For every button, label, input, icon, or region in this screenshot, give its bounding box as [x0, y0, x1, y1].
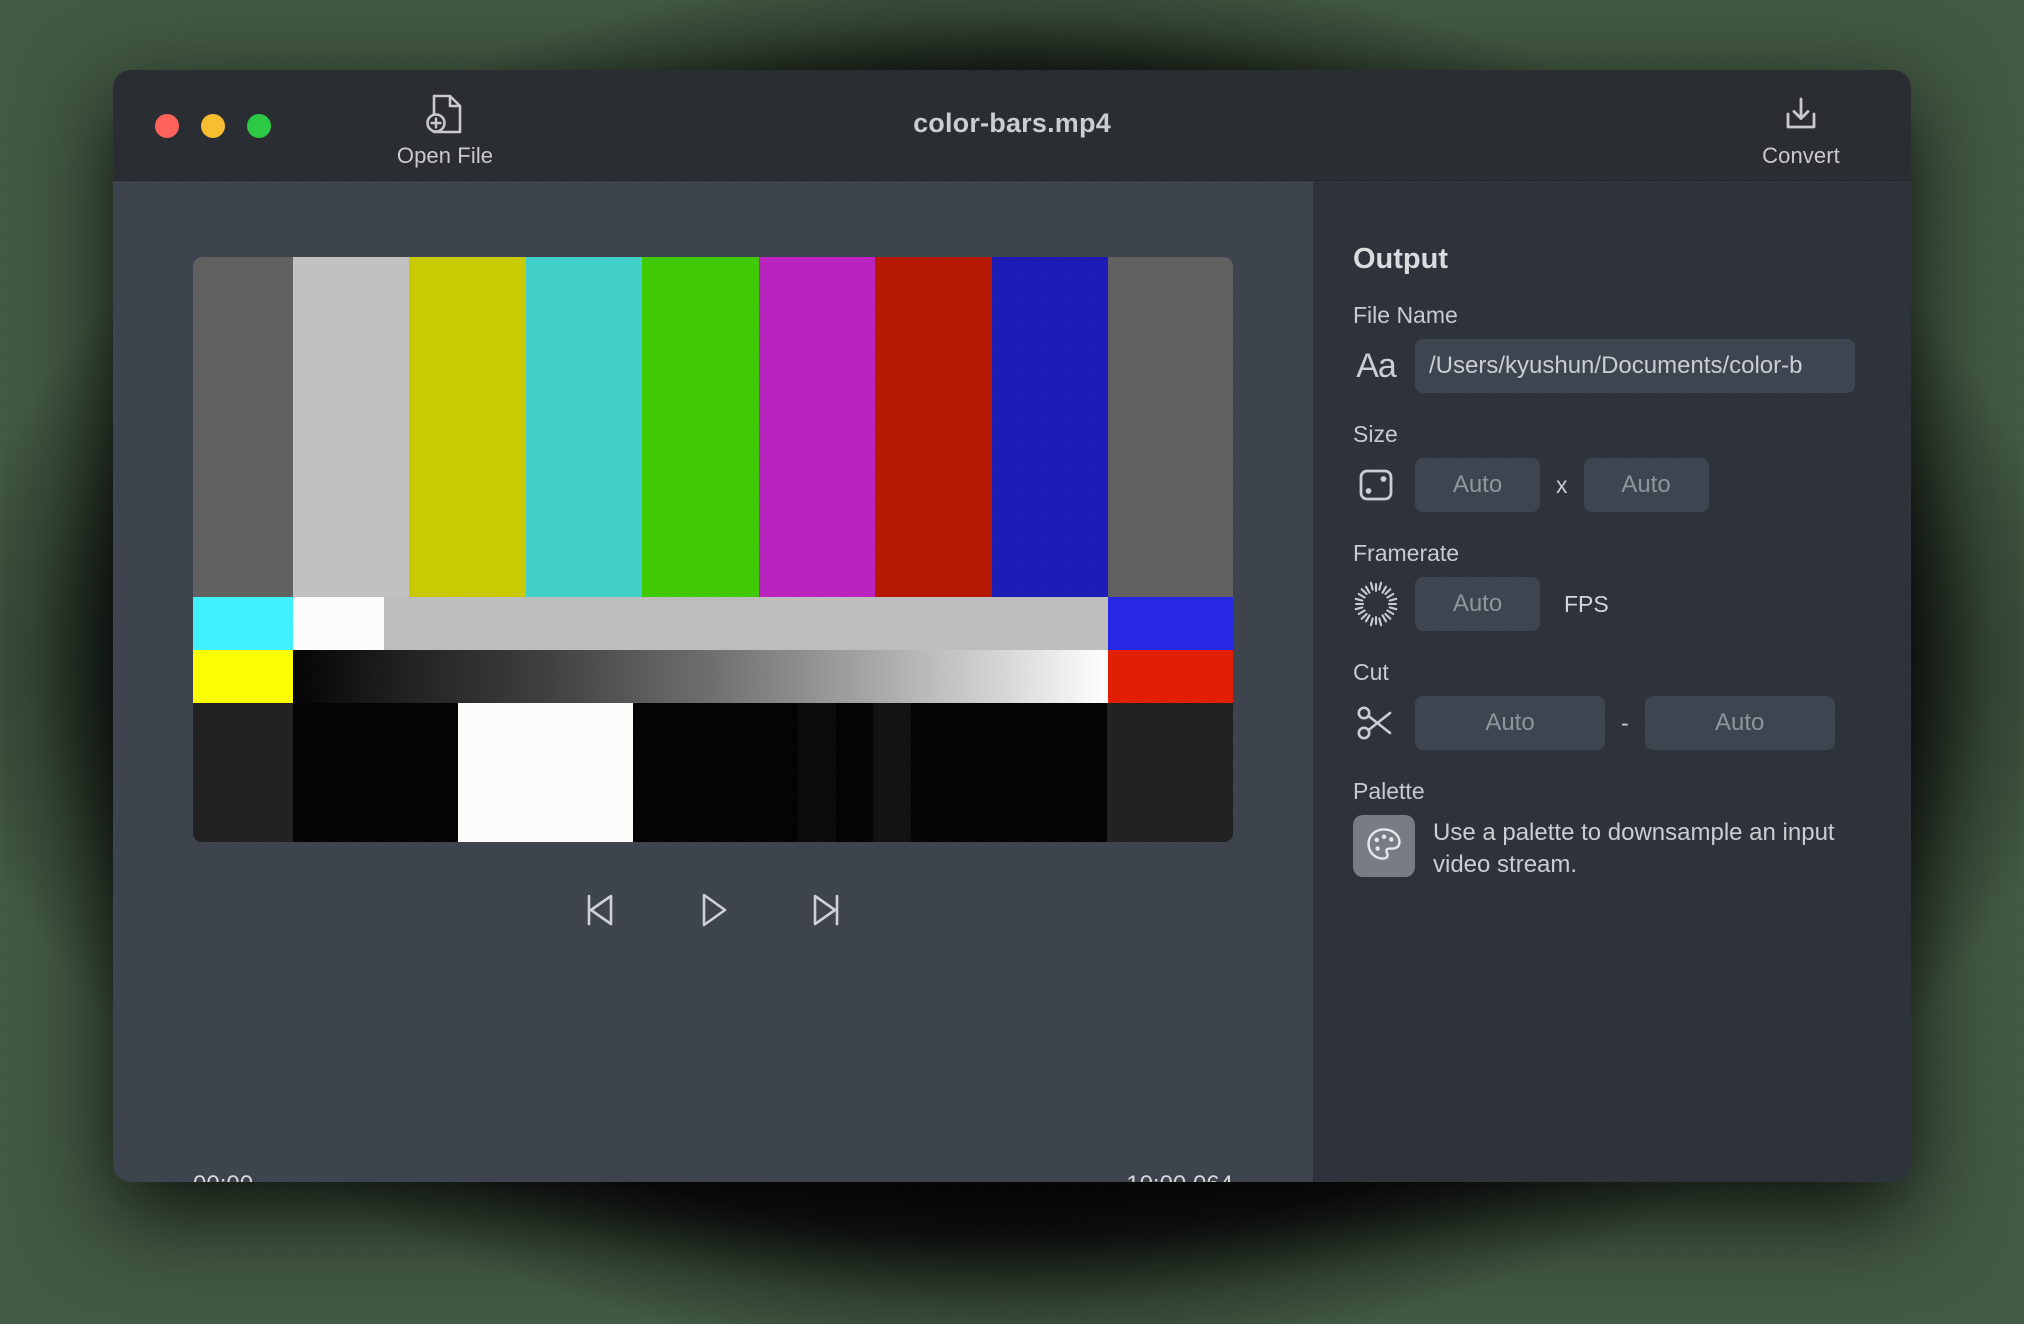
color-bars-row-top — [193, 257, 1233, 597]
color-bar-cell — [911, 703, 1108, 842]
file-name-label: File Name — [1353, 302, 1911, 329]
color-bar-cell — [526, 257, 642, 597]
size-row: x — [1353, 458, 1911, 512]
color-bar-cell — [836, 703, 873, 842]
scissors-icon — [1353, 700, 1399, 746]
cut-end-input[interactable] — [1645, 696, 1835, 750]
duration-time: 10:00.064 — [1126, 1171, 1233, 1182]
size-height-input[interactable] — [1584, 458, 1709, 512]
convert-label: Convert — [1762, 143, 1840, 169]
palette-toggle-button[interactable] — [1353, 815, 1415, 877]
cut-separator: - — [1621, 710, 1629, 737]
color-bar-cell — [193, 597, 293, 650]
color-bars-row-gradient — [193, 650, 1233, 703]
color-bar-cell — [1108, 650, 1233, 703]
framerate-row: FPS — [1353, 577, 1911, 631]
aspect-ratio-icon — [1353, 462, 1399, 508]
color-bar-cell — [293, 703, 458, 842]
size-width-input[interactable] — [1415, 458, 1540, 512]
color-bar-cell — [1108, 257, 1233, 597]
desktop-backdrop: Open File color-bars.mp4 Convert — [0, 0, 2024, 1324]
palette-description: Use a palette to downsample an input vid… — [1433, 815, 1873, 881]
color-bar-cell — [293, 257, 409, 597]
framerate-unit-label: FPS — [1564, 591, 1609, 618]
color-bar-cell — [798, 703, 835, 842]
file-name-input[interactable] — [1415, 339, 1855, 393]
color-bars-row-mid — [193, 597, 1233, 650]
file-name-row: Aa — [1353, 339, 1911, 393]
app-window: Open File color-bars.mp4 Convert — [113, 70, 1911, 1182]
color-bar-cell — [1108, 597, 1233, 650]
palette-icon — [1364, 824, 1404, 869]
color-bar-cell — [642, 257, 758, 597]
current-time: 00:00 — [193, 1171, 253, 1182]
color-bar-cell — [873, 703, 910, 842]
play-button[interactable] — [687, 886, 739, 938]
color-bar-cell — [193, 257, 293, 597]
color-bars-row-pluge — [193, 703, 1233, 842]
color-bar-cell — [992, 257, 1108, 597]
size-label: Size — [1353, 421, 1911, 448]
framerate-label: Framerate — [1353, 540, 1911, 567]
skip-to-end-button[interactable] — [801, 886, 853, 938]
color-bar-cell — [458, 703, 633, 842]
title-bar: Open File color-bars.mp4 Convert — [113, 70, 1911, 181]
convert-button[interactable]: Convert — [1741, 90, 1861, 169]
cut-start-input[interactable] — [1415, 696, 1605, 750]
output-heading: Output — [1353, 243, 1911, 276]
skip-to-start-button[interactable] — [573, 886, 625, 938]
color-bar-cell — [759, 257, 875, 597]
cut-label: Cut — [1353, 659, 1911, 686]
color-bar-cell — [1107, 703, 1233, 842]
color-bar-cell — [384, 597, 1108, 650]
shutter-icon — [1353, 581, 1399, 627]
open-file-label: Open File — [397, 143, 493, 169]
color-bar-cell — [293, 597, 385, 650]
color-bar-cell — [193, 703, 293, 842]
transport-controls — [113, 886, 1313, 938]
color-bar-cell — [633, 703, 798, 842]
size-separator: x — [1556, 472, 1568, 499]
color-bar-cell — [193, 650, 293, 703]
color-bar-cell — [293, 650, 1108, 703]
download-tray-icon — [1779, 90, 1823, 138]
text-aa-icon: Aa — [1353, 343, 1399, 389]
play-icon — [696, 890, 730, 935]
output-settings-pane: Output File Name Aa Size — [1315, 181, 1911, 1182]
color-bar-cell — [409, 257, 525, 597]
color-bar-cell — [875, 257, 991, 597]
skip-to-start-icon — [580, 890, 618, 935]
time-readout: 00:00 10:00.064 — [193, 1171, 1233, 1182]
cut-row: - — [1353, 696, 1911, 750]
preview-pane: 00:00 10:00.064 — [113, 181, 1313, 1182]
palette-label: Palette — [1353, 778, 1911, 805]
video-preview[interactable] — [193, 257, 1233, 842]
skip-to-end-icon — [808, 890, 846, 935]
palette-row: Use a palette to downsample an input vid… — [1353, 815, 1911, 881]
framerate-input[interactable] — [1415, 577, 1540, 631]
window-title: color-bars.mp4 — [113, 108, 1911, 139]
window-body: 00:00 10:00.064 Output File Name Aa — [113, 181, 1911, 1182]
